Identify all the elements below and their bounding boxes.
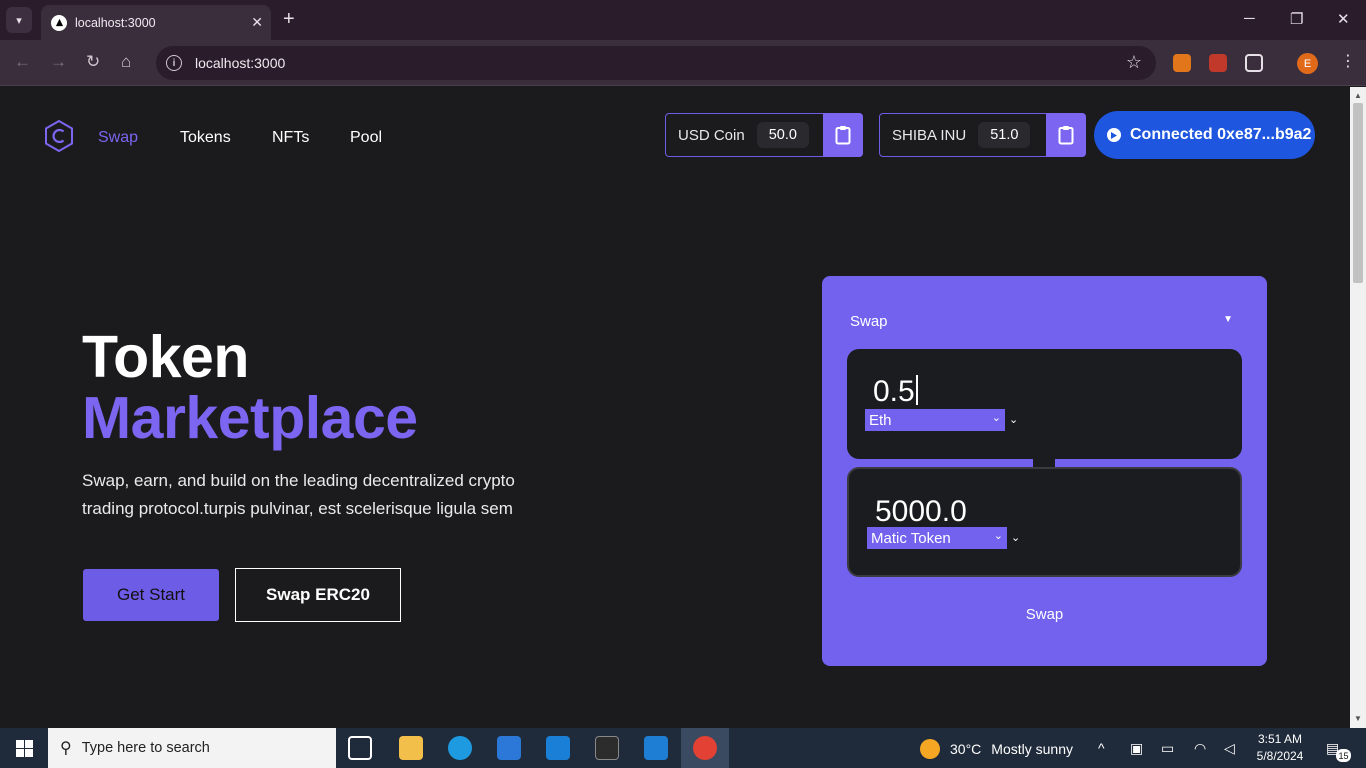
- battery-icon[interactable]: ▭: [1161, 740, 1174, 757]
- home-icon[interactable]: ⌂: [121, 52, 131, 72]
- hero-description: Swap, earn, and build on the leading dec…: [82, 471, 515, 518]
- address-bar[interactable]: i localhost:3000 ☆: [156, 46, 1156, 80]
- token-name: USD Coin: [678, 126, 745, 144]
- tab-title: localhost:3000: [75, 15, 156, 30]
- sun-cloud-icon: [920, 739, 940, 759]
- notification-count-badge: 15: [1336, 749, 1351, 762]
- system-clock[interactable]: 3:51 AM 5/8/2024: [1250, 731, 1310, 765]
- clock-time: 3:51 AM: [1257, 732, 1303, 746]
- extensions-puzzle-icon[interactable]: [1245, 54, 1263, 72]
- swap-submit-button[interactable]: Swap: [822, 606, 1267, 623]
- address-url: localhost:3000: [195, 55, 286, 71]
- forward-icon[interactable]: →: [50, 52, 67, 72]
- extension-icon[interactable]: [1209, 54, 1227, 72]
- swap-to-panel: 5000.0 Matic Token ⌄ ⌄: [847, 467, 1242, 577]
- swap-header: Swap: [850, 313, 888, 330]
- swap-erc20-button[interactable]: Swap ERC20: [235, 568, 401, 622]
- scroll-down-icon[interactable]: ▼: [1354, 714, 1362, 723]
- play-circle-icon: [1107, 128, 1121, 142]
- task-view-icon[interactable]: [348, 736, 372, 760]
- get-start-button[interactable]: Get Start: [83, 569, 219, 621]
- site-info-icon[interactable]: i: [166, 55, 182, 71]
- nextjs-favicon-icon: [51, 14, 67, 31]
- swap-card: Swap ▼ 0.5 Eth ⌄ ⌄ 5000.0 Matic Token ⌄ ⌄ …: [822, 276, 1267, 666]
- chevron-down-icon: ⌄: [1009, 414, 1019, 426]
- close-window-icon[interactable]: ✕: [1337, 10, 1350, 28]
- clock-date: 5/8/2024: [1256, 749, 1304, 763]
- nav-pool[interactable]: Pool: [350, 129, 382, 147]
- taskbar-search[interactable]: ⚲ Type here to search: [48, 728, 336, 768]
- to-amount-input[interactable]: 5000.0: [875, 495, 967, 529]
- nav-swap[interactable]: Swap: [98, 129, 138, 147]
- clipboard-icon: [835, 126, 851, 145]
- select-arrow-icon: ⌄: [993, 530, 1003, 542]
- token-balance: 51.0: [978, 122, 1031, 148]
- vscode-icon[interactable]: [644, 736, 668, 760]
- hero-title: Token: [82, 324, 249, 390]
- browser-tab[interactable]: localhost:3000 ✕: [41, 5, 271, 40]
- restore-icon[interactable]: ❐: [1290, 10, 1303, 28]
- token-balance-usdc: USD Coin 50.0: [665, 113, 863, 157]
- from-token-select[interactable]: Eth ⌄: [865, 409, 1005, 431]
- profile-avatar[interactable]: E: [1297, 53, 1318, 74]
- page: Swap Tokens NFTs Pool USD Coin 50.0 SHIB…: [0, 87, 1350, 728]
- weather-desc: Mostly sunny: [991, 741, 1073, 757]
- nav-nfts[interactable]: NFTs: [272, 129, 309, 147]
- search-icon: ⚲: [60, 740, 72, 757]
- volume-icon[interactable]: ◁: [1224, 740, 1235, 757]
- back-icon[interactable]: ←: [14, 52, 31, 72]
- clipboard-icon: [1058, 126, 1074, 145]
- meet-icon[interactable]: ▣: [1130, 740, 1143, 757]
- minimize-icon[interactable]: ─: [1244, 10, 1255, 27]
- microsoft-store-icon[interactable]: [497, 736, 521, 760]
- browser-toolbar: ← → ↻ ⌂ i localhost:3000 ☆: [0, 40, 1366, 86]
- app-logo-icon[interactable]: [44, 120, 74, 152]
- weather-widget[interactable]: 30°C Mostly sunny: [920, 739, 1073, 759]
- edge-browser-icon[interactable]: [448, 736, 472, 760]
- file-explorer-icon[interactable]: [399, 736, 423, 760]
- settings-caret-icon[interactable]: ▼: [1223, 314, 1233, 325]
- from-amount-input[interactable]: 0.5: [873, 375, 918, 409]
- windows-start-icon[interactable]: [16, 740, 33, 757]
- select-arrow-icon: ⌄: [991, 412, 1001, 424]
- token-balance: 50.0: [756, 122, 809, 148]
- browser-tab-bar: ▾ localhost:3000 ✕ + ─ ❐ ✕: [0, 0, 1366, 40]
- search-placeholder: Type here to search: [81, 740, 210, 756]
- mail-icon[interactable]: [546, 736, 570, 760]
- close-tab-icon[interactable]: ✕: [251, 14, 263, 31]
- scroll-thumb[interactable]: [1353, 103, 1363, 283]
- reload-icon[interactable]: ↻: [86, 52, 100, 72]
- weather-temp: 30°C: [950, 741, 982, 757]
- new-tab-icon[interactable]: +: [283, 9, 295, 29]
- tab-search-chevron-icon[interactable]: ▾: [6, 7, 32, 33]
- metamask-extension-icon[interactable]: [1173, 54, 1191, 72]
- token-balance-shib: SHIBA INU 51.0: [879, 113, 1086, 157]
- copy-shib-button[interactable]: [1046, 113, 1086, 157]
- hero-title-highlight: Marketplace: [82, 385, 418, 451]
- taskbar: ⚲ Type here to search 30°C Mostly sunny …: [0, 728, 1366, 768]
- chevron-down-icon: ⌄: [1011, 532, 1021, 544]
- token-name: SHIBA INU: [892, 126, 967, 144]
- chrome-icon[interactable]: [693, 736, 717, 760]
- wifi-icon[interactable]: ◠: [1194, 740, 1206, 757]
- terminal-icon[interactable]: [595, 736, 619, 760]
- nav-tokens[interactable]: Tokens: [180, 129, 231, 147]
- to-token-select[interactable]: Matic Token ⌄: [867, 527, 1007, 549]
- wallet-connected-button[interactable]: Connected 0xe87...b9a2: [1094, 111, 1315, 159]
- scroll-up-icon[interactable]: ▲: [1354, 91, 1362, 100]
- page-scrollbar[interactable]: ▲ ▼: [1350, 87, 1366, 728]
- wallet-label: Connected 0xe87...b9a2: [1130, 126, 1312, 143]
- bookmark-star-icon[interactable]: ☆: [1126, 52, 1142, 73]
- tray-chevron-up-icon[interactable]: ^: [1098, 740, 1105, 756]
- browser-menu-icon[interactable]: ⋮: [1340, 51, 1356, 71]
- copy-usdc-button[interactable]: [823, 113, 863, 157]
